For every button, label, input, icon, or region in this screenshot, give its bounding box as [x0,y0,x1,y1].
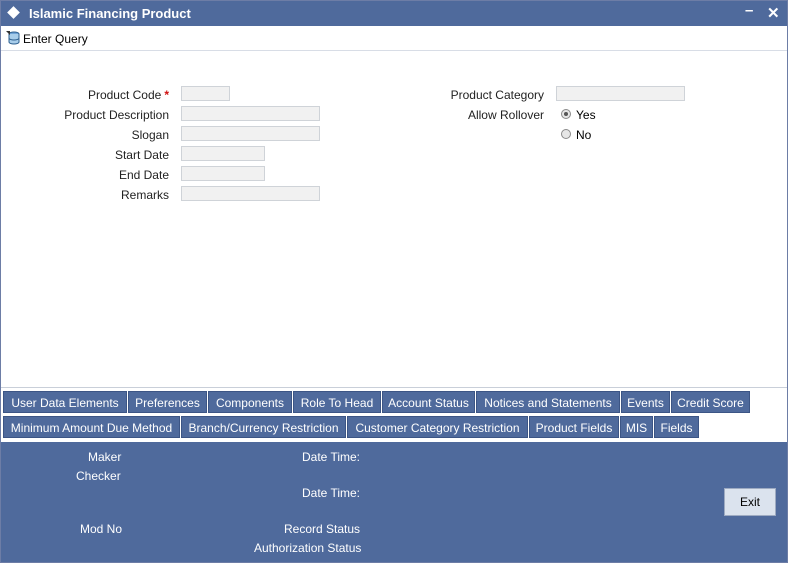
maker-date-time-label: Date Time: [302,450,361,464]
remarks-label: Remarks [120,188,169,202]
sub-screen-tabs: User Data Elements Preferences Component… [1,387,787,441]
window: Islamic Financing Product – ✕ Enter Quer… [0,0,788,563]
product-category-input[interactable] [556,86,685,101]
query-database-icon [6,31,20,45]
product-description-input[interactable] [181,106,320,121]
tab-minimum-amount-due-method[interactable]: Minimum Amount Due Method [3,416,180,438]
end-date-input[interactable] [181,166,265,181]
record-status-label: Record Status [284,522,361,536]
tab-credit-score[interactable]: Credit Score [671,391,750,413]
exit-button[interactable]: Exit [724,488,776,516]
checker-label: Checker [76,469,121,483]
tab-components[interactable]: Components [208,391,292,413]
start-date-label: Start Date [114,148,169,162]
tab-preferences[interactable]: Preferences [128,391,207,413]
product-code-label: Product Code * [87,88,169,102]
product-code-input[interactable] [181,86,230,101]
tab-account-status[interactable]: Account Status [382,391,475,413]
allow-rollover-yes-label: Yes [576,108,596,122]
tab-fields[interactable]: Fields [654,416,699,438]
allow-rollover-no-label: No [576,128,592,142]
title-bar: Islamic Financing Product – ✕ [1,1,787,26]
start-date-input[interactable] [181,146,265,161]
remarks-input[interactable] [181,186,320,201]
tab-role-to-head[interactable]: Role To Head [293,391,381,413]
window-title: Islamic Financing Product [29,6,191,21]
tab-events[interactable]: Events [621,391,670,413]
tab-notices-and-statements[interactable]: Notices and Statements [476,391,620,413]
authorization-status-label: Authorization Status [254,541,362,555]
end-date-label: End Date [118,168,169,182]
enter-query-label: Enter Query [23,32,88,46]
close-icon[interactable]: ✕ [767,4,780,22]
tab-branch-currency-restriction[interactable]: Branch/Currency Restriction [181,416,346,438]
maker-label: Maker [88,450,122,464]
mod-no-label: Mod No [80,522,123,536]
tab-product-fields[interactable]: Product Fields [529,416,619,438]
checker-date-time-label: Date Time: [302,486,361,500]
minimize-icon[interactable]: – [745,2,753,19]
product-description-label: Product Description [64,108,169,122]
slogan-input[interactable] [181,126,320,141]
app-diamond-icon [7,6,20,19]
toolbar: Enter Query [1,26,787,51]
tab-mis[interactable]: MIS [620,416,653,438]
product-category-label: Product Category [450,88,544,102]
tab-customer-category-restriction[interactable]: Customer Category Restriction [347,416,528,438]
allow-rollover-label: Allow Rollover [467,108,544,122]
slogan-label: Slogan [131,128,169,142]
tab-user-data-elements[interactable]: User Data Elements [3,391,127,413]
radio-selected-icon [561,109,571,119]
radio-unselected-icon [561,129,571,139]
required-marker: * [164,88,169,102]
